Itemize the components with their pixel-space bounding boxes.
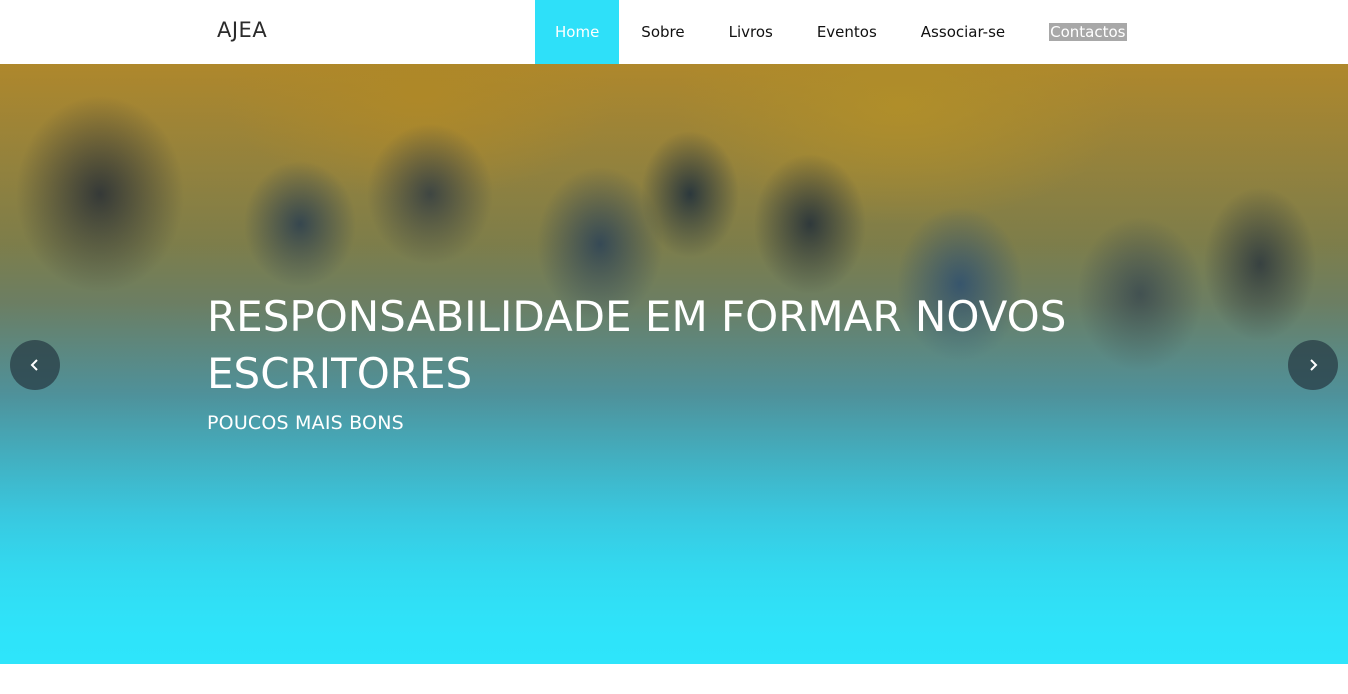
nav-item-livros[interactable]: Livros: [707, 0, 795, 64]
hero-title: RESPONSABILIDADE EM FORMAR NOVOS ESCRITO…: [207, 292, 1067, 398]
nav-item-associar-se[interactable]: Associar-se: [899, 0, 1027, 64]
navbar: AJEA Home Sobre Livros Eventos Associar-…: [0, 0, 1348, 64]
nav-item-label: Contactos: [1049, 23, 1127, 41]
nav-item-label: Home: [555, 23, 600, 41]
hero-caption: RESPONSABILIDADE EM FORMAR NOVOS ESCRITO…: [207, 288, 1157, 434]
hero-subtitle: POUCOS MAIS BONS: [207, 412, 404, 434]
carousel-next-button[interactable]: [1288, 340, 1338, 390]
nav-item-label: Sobre: [641, 23, 685, 41]
carousel-prev-button[interactable]: [10, 340, 60, 390]
nav-item-home[interactable]: Home: [535, 0, 620, 64]
nav-item-label: Associar-se: [920, 23, 1006, 41]
chevron-left-icon: [30, 359, 38, 371]
hero-carousel: RESPONSABILIDADE EM FORMAR NOVOS ESCRITO…: [0, 64, 1348, 664]
nav-item-eventos[interactable]: Eventos: [795, 0, 899, 64]
nav-item-contactos[interactable]: Contactos: [1027, 0, 1148, 64]
main-nav: Home Sobre Livros Eventos Associar-se Co…: [535, 0, 1149, 64]
nav-item-label: Livros: [728, 23, 773, 41]
nav-item-label: Eventos: [816, 23, 877, 41]
brand-logo[interactable]: AJEA: [217, 18, 267, 42]
nav-item-sobre[interactable]: Sobre: [619, 0, 706, 64]
chevron-right-icon: [1310, 359, 1318, 371]
